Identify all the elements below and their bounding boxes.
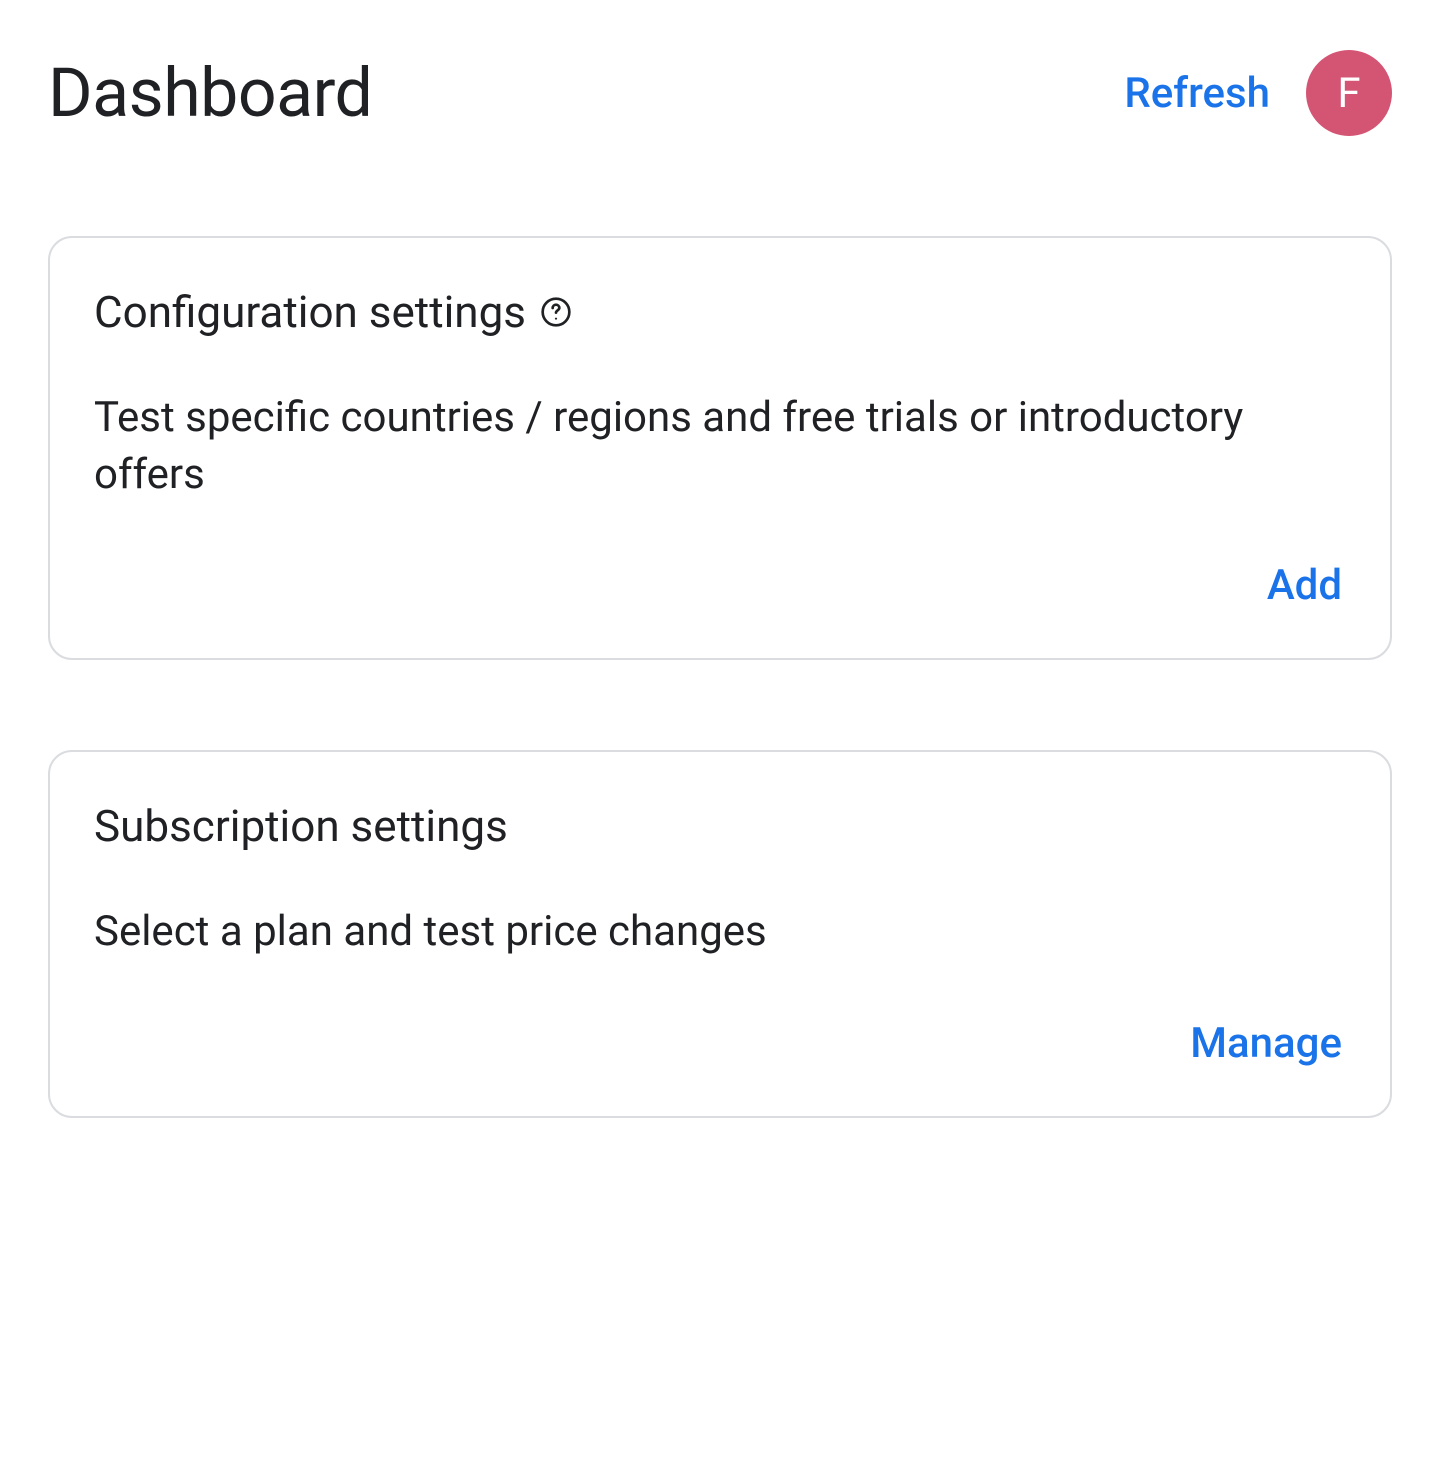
avatar-letter: F [1337, 69, 1360, 118]
help-icon[interactable] [540, 296, 572, 328]
subscription-card-title: Subscription settings [94, 800, 508, 852]
card-actions: Manage [94, 1011, 1346, 1076]
subscription-card-description: Select a plan and test price changes [94, 904, 1346, 961]
refresh-button[interactable]: Refresh [1124, 69, 1270, 118]
subscription-settings-card: Subscription settings Select a plan and … [48, 750, 1392, 1118]
configuration-card-description: Test specific countries / regions and fr… [94, 390, 1346, 503]
configuration-card-title: Configuration settings [94, 286, 526, 338]
card-actions: Add [94, 553, 1346, 618]
card-title-row: Configuration settings [94, 286, 1346, 338]
page-title: Dashboard [48, 53, 372, 133]
configuration-settings-card: Configuration settings Test specific cou… [48, 236, 1392, 660]
header: Dashboard Refresh F [48, 50, 1392, 136]
header-actions: Refresh F [1124, 50, 1392, 136]
card-title-row: Subscription settings [94, 800, 1346, 852]
avatar[interactable]: F [1306, 50, 1392, 136]
add-button[interactable]: Add [1263, 553, 1346, 618]
manage-button[interactable]: Manage [1186, 1011, 1346, 1076]
